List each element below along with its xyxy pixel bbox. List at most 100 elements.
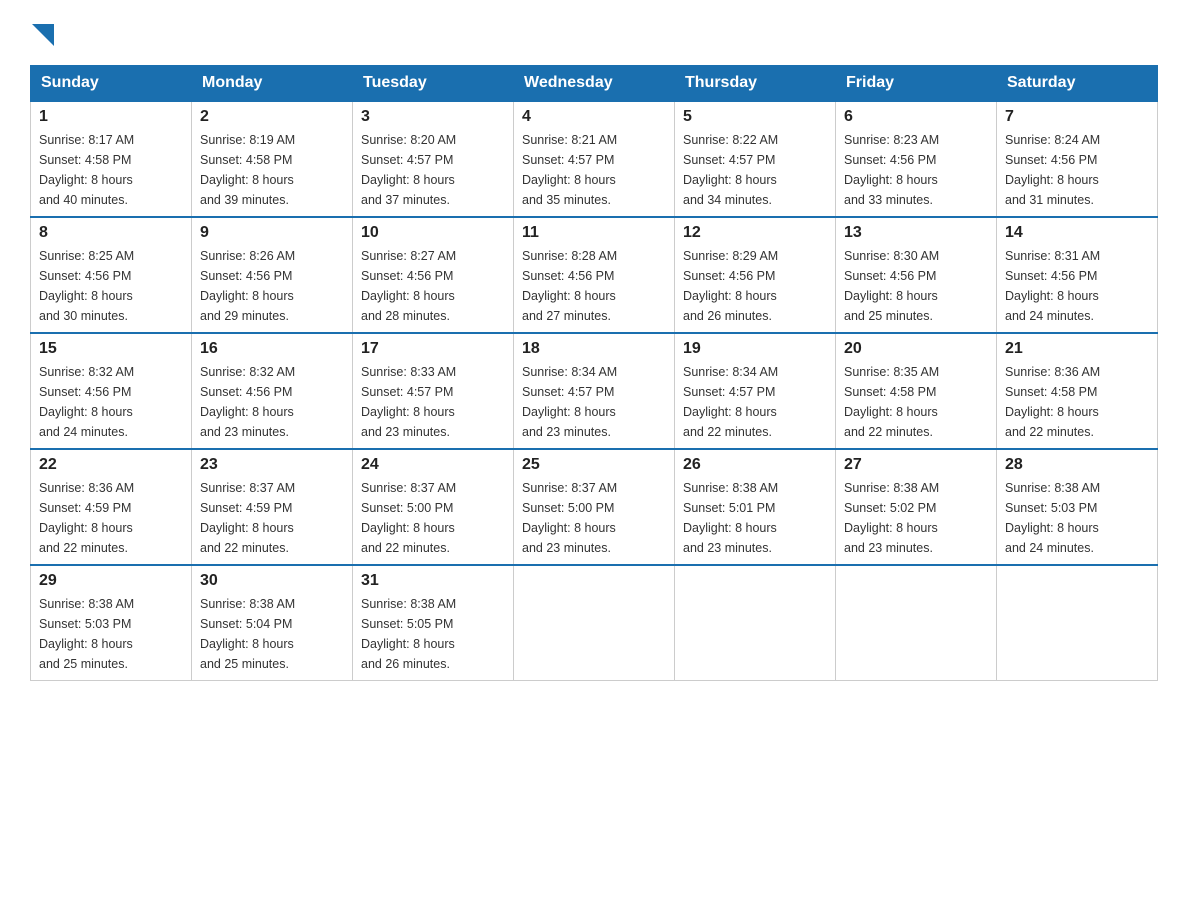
logo-arrow-icon — [32, 24, 54, 46]
calendar-cell — [997, 565, 1158, 681]
calendar-week-3: 15 Sunrise: 8:32 AM Sunset: 4:56 PM Dayl… — [31, 333, 1158, 449]
calendar-cell: 7 Sunrise: 8:24 AM Sunset: 4:56 PM Dayli… — [997, 101, 1158, 217]
day-number: 17 — [361, 340, 505, 358]
day-info: Sunrise: 8:32 AM Sunset: 4:56 PM Dayligh… — [200, 362, 344, 442]
calendar-cell: 31 Sunrise: 8:38 AM Sunset: 5:05 PM Dayl… — [353, 565, 514, 681]
calendar-cell: 3 Sunrise: 8:20 AM Sunset: 4:57 PM Dayli… — [353, 101, 514, 217]
day-number: 19 — [683, 340, 827, 358]
day-number: 18 — [522, 340, 666, 358]
calendar-cell: 30 Sunrise: 8:38 AM Sunset: 5:04 PM Dayl… — [192, 565, 353, 681]
day-info: Sunrise: 8:33 AM Sunset: 4:57 PM Dayligh… — [361, 362, 505, 442]
day-number: 26 — [683, 456, 827, 474]
day-info: Sunrise: 8:31 AM Sunset: 4:56 PM Dayligh… — [1005, 246, 1149, 326]
day-info: Sunrise: 8:29 AM Sunset: 4:56 PM Dayligh… — [683, 246, 827, 326]
day-info: Sunrise: 8:37 AM Sunset: 5:00 PM Dayligh… — [361, 478, 505, 558]
day-info: Sunrise: 8:37 AM Sunset: 5:00 PM Dayligh… — [522, 478, 666, 558]
day-number: 13 — [844, 224, 988, 242]
calendar-cell: 10 Sunrise: 8:27 AM Sunset: 4:56 PM Dayl… — [353, 217, 514, 333]
day-info: Sunrise: 8:38 AM Sunset: 5:03 PM Dayligh… — [39, 594, 183, 674]
calendar-week-2: 8 Sunrise: 8:25 AM Sunset: 4:56 PM Dayli… — [31, 217, 1158, 333]
calendar-cell: 21 Sunrise: 8:36 AM Sunset: 4:58 PM Dayl… — [997, 333, 1158, 449]
day-number: 6 — [844, 108, 988, 126]
day-number: 2 — [200, 108, 344, 126]
weekday-header-sunday: Sunday — [31, 66, 192, 102]
calendar-cell: 16 Sunrise: 8:32 AM Sunset: 4:56 PM Dayl… — [192, 333, 353, 449]
calendar-cell: 2 Sunrise: 8:19 AM Sunset: 4:58 PM Dayli… — [192, 101, 353, 217]
day-info: Sunrise: 8:36 AM Sunset: 4:59 PM Dayligh… — [39, 478, 183, 558]
day-info: Sunrise: 8:27 AM Sunset: 4:56 PM Dayligh… — [361, 246, 505, 326]
calendar-cell: 28 Sunrise: 8:38 AM Sunset: 5:03 PM Dayl… — [997, 449, 1158, 565]
day-info: Sunrise: 8:37 AM Sunset: 4:59 PM Dayligh… — [200, 478, 344, 558]
calendar-week-5: 29 Sunrise: 8:38 AM Sunset: 5:03 PM Dayl… — [31, 565, 1158, 681]
calendar-cell: 18 Sunrise: 8:34 AM Sunset: 4:57 PM Dayl… — [514, 333, 675, 449]
day-number: 30 — [200, 572, 344, 590]
day-number: 16 — [200, 340, 344, 358]
calendar-cell: 1 Sunrise: 8:17 AM Sunset: 4:58 PM Dayli… — [31, 101, 192, 217]
day-number: 25 — [522, 456, 666, 474]
calendar-cell: 27 Sunrise: 8:38 AM Sunset: 5:02 PM Dayl… — [836, 449, 997, 565]
day-number: 9 — [200, 224, 344, 242]
day-number: 1 — [39, 108, 183, 126]
day-number: 24 — [361, 456, 505, 474]
calendar-cell: 20 Sunrise: 8:35 AM Sunset: 4:58 PM Dayl… — [836, 333, 997, 449]
day-info: Sunrise: 8:34 AM Sunset: 4:57 PM Dayligh… — [522, 362, 666, 442]
day-info: Sunrise: 8:24 AM Sunset: 4:56 PM Dayligh… — [1005, 130, 1149, 210]
day-info: Sunrise: 8:30 AM Sunset: 4:56 PM Dayligh… — [844, 246, 988, 326]
calendar-cell: 25 Sunrise: 8:37 AM Sunset: 5:00 PM Dayl… — [514, 449, 675, 565]
weekday-header-wednesday: Wednesday — [514, 66, 675, 102]
day-info: Sunrise: 8:20 AM Sunset: 4:57 PM Dayligh… — [361, 130, 505, 210]
day-info: Sunrise: 8:34 AM Sunset: 4:57 PM Dayligh… — [683, 362, 827, 442]
day-info: Sunrise: 8:35 AM Sunset: 4:58 PM Dayligh… — [844, 362, 988, 442]
calendar-cell: 8 Sunrise: 8:25 AM Sunset: 4:56 PM Dayli… — [31, 217, 192, 333]
calendar-cell: 11 Sunrise: 8:28 AM Sunset: 4:56 PM Dayl… — [514, 217, 675, 333]
day-info: Sunrise: 8:28 AM Sunset: 4:56 PM Dayligh… — [522, 246, 666, 326]
calendar-cell — [675, 565, 836, 681]
calendar-cell: 17 Sunrise: 8:33 AM Sunset: 4:57 PM Dayl… — [353, 333, 514, 449]
day-info: Sunrise: 8:38 AM Sunset: 5:02 PM Dayligh… — [844, 478, 988, 558]
calendar-week-4: 22 Sunrise: 8:36 AM Sunset: 4:59 PM Dayl… — [31, 449, 1158, 565]
day-number: 28 — [1005, 456, 1149, 474]
day-number: 29 — [39, 572, 183, 590]
weekday-header-row: SundayMondayTuesdayWednesdayThursdayFrid… — [31, 66, 1158, 102]
day-number: 10 — [361, 224, 505, 242]
day-number: 14 — [1005, 224, 1149, 242]
day-info: Sunrise: 8:19 AM Sunset: 4:58 PM Dayligh… — [200, 130, 344, 210]
calendar-cell: 5 Sunrise: 8:22 AM Sunset: 4:57 PM Dayli… — [675, 101, 836, 217]
calendar-cell — [514, 565, 675, 681]
calendar-table: SundayMondayTuesdayWednesdayThursdayFrid… — [30, 65, 1158, 681]
calendar-cell: 19 Sunrise: 8:34 AM Sunset: 4:57 PM Dayl… — [675, 333, 836, 449]
day-info: Sunrise: 8:38 AM Sunset: 5:05 PM Dayligh… — [361, 594, 505, 674]
day-info: Sunrise: 8:21 AM Sunset: 4:57 PM Dayligh… — [522, 130, 666, 210]
day-info: Sunrise: 8:36 AM Sunset: 4:58 PM Dayligh… — [1005, 362, 1149, 442]
day-number: 21 — [1005, 340, 1149, 358]
day-info: Sunrise: 8:25 AM Sunset: 4:56 PM Dayligh… — [39, 246, 183, 326]
calendar-cell: 13 Sunrise: 8:30 AM Sunset: 4:56 PM Dayl… — [836, 217, 997, 333]
day-number: 7 — [1005, 108, 1149, 126]
calendar-cell: 4 Sunrise: 8:21 AM Sunset: 4:57 PM Dayli… — [514, 101, 675, 217]
weekday-header-friday: Friday — [836, 66, 997, 102]
weekday-header-thursday: Thursday — [675, 66, 836, 102]
day-info: Sunrise: 8:23 AM Sunset: 4:56 PM Dayligh… — [844, 130, 988, 210]
day-number: 5 — [683, 108, 827, 126]
day-number: 4 — [522, 108, 666, 126]
calendar-cell: 14 Sunrise: 8:31 AM Sunset: 4:56 PM Dayl… — [997, 217, 1158, 333]
calendar-cell: 23 Sunrise: 8:37 AM Sunset: 4:59 PM Dayl… — [192, 449, 353, 565]
day-info: Sunrise: 8:17 AM Sunset: 4:58 PM Dayligh… — [39, 130, 183, 210]
day-info: Sunrise: 8:38 AM Sunset: 5:01 PM Dayligh… — [683, 478, 827, 558]
day-number: 11 — [522, 224, 666, 242]
day-number: 8 — [39, 224, 183, 242]
calendar-cell: 9 Sunrise: 8:26 AM Sunset: 4:56 PM Dayli… — [192, 217, 353, 333]
calendar-cell — [836, 565, 997, 681]
weekday-header-monday: Monday — [192, 66, 353, 102]
day-info: Sunrise: 8:32 AM Sunset: 4:56 PM Dayligh… — [39, 362, 183, 442]
calendar-cell: 12 Sunrise: 8:29 AM Sunset: 4:56 PM Dayl… — [675, 217, 836, 333]
calendar-cell: 6 Sunrise: 8:23 AM Sunset: 4:56 PM Dayli… — [836, 101, 997, 217]
calendar-cell: 15 Sunrise: 8:32 AM Sunset: 4:56 PM Dayl… — [31, 333, 192, 449]
calendar-cell: 24 Sunrise: 8:37 AM Sunset: 5:00 PM Dayl… — [353, 449, 514, 565]
day-number: 31 — [361, 572, 505, 590]
day-info: Sunrise: 8:38 AM Sunset: 5:03 PM Dayligh… — [1005, 478, 1149, 558]
day-info: Sunrise: 8:38 AM Sunset: 5:04 PM Dayligh… — [200, 594, 344, 674]
day-number: 12 — [683, 224, 827, 242]
day-number: 15 — [39, 340, 183, 358]
day-info: Sunrise: 8:22 AM Sunset: 4:57 PM Dayligh… — [683, 130, 827, 210]
